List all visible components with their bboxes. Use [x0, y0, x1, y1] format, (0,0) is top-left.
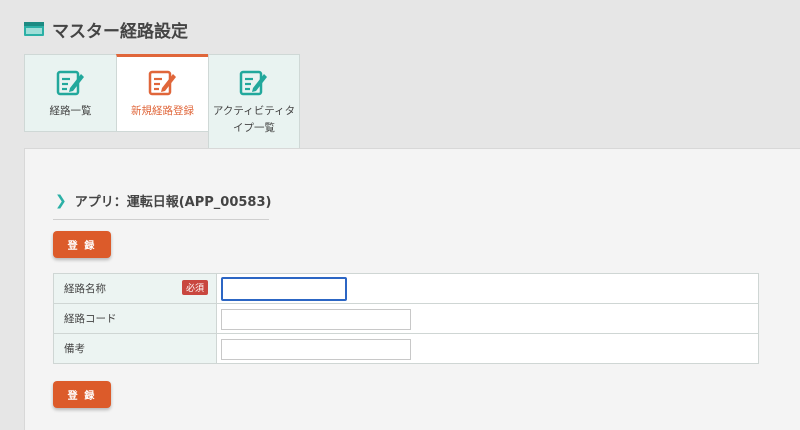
tab-new-route[interactable]: 新規経路登録 — [116, 54, 208, 132]
page-title: マスター経路設定 — [52, 21, 188, 42]
route-code-input[interactable] — [221, 308, 411, 330]
form-value-cell — [216, 333, 759, 364]
main-panel: ❯ アプリ：運転日報(APP_00583) 登 録 経路名称 必須 経路コード … — [24, 148, 800, 430]
form-row-route-code: 経路コード — [53, 303, 759, 334]
chevron-right-icon: ❯ — [55, 192, 67, 209]
form-row-remarks: 備考 — [53, 333, 759, 364]
remarks-label: 備考 — [64, 343, 85, 355]
form-label-cell: 経路名称 必須 — [53, 273, 217, 304]
register-button[interactable]: 登 録 — [53, 231, 111, 258]
form-value-cell — [216, 303, 759, 334]
app-title: ❯ アプリ：運転日報(APP_00583) — [55, 191, 272, 211]
form-label-cell: 経路コード — [53, 303, 217, 334]
tab-route-list[interactable]: 経路一覧 — [24, 54, 116, 132]
window-icon — [24, 22, 44, 36]
required-badge: 必須 — [181, 280, 208, 295]
register-button-bottom[interactable]: 登 録 — [53, 381, 111, 408]
app-title-text: アプリ：運転日報(APP_00583) — [74, 195, 272, 210]
tab-label: アクティビティタ イプ一覧 — [213, 103, 295, 137]
route-code-label: 経路コード — [64, 313, 117, 325]
tab-label: 新規経路登録 — [131, 105, 194, 117]
edit-list-icon — [148, 70, 176, 96]
edit-list-icon — [56, 70, 84, 96]
divider — [53, 219, 269, 220]
tab-label-line: イプ一覧 — [233, 122, 275, 134]
tab-label: 経路一覧 — [49, 105, 92, 117]
tab-bar: 経路一覧 新規経路登録 アクティビティタ イプ一覧 — [24, 54, 300, 149]
page-header: マスター経路設定 — [24, 14, 188, 44]
tab-label-line: アクティビティタ — [212, 105, 296, 117]
edit-list-icon — [239, 70, 267, 96]
form-row-route-name: 経路名称 必須 — [53, 273, 759, 304]
form-label-cell: 備考 — [53, 333, 217, 364]
route-name-label: 経路名称 — [64, 283, 106, 295]
route-name-input[interactable] — [221, 276, 347, 301]
form-value-cell — [216, 273, 759, 304]
tab-activity-type-list[interactable]: アクティビティタ イプ一覧 — [208, 54, 300, 149]
remarks-input[interactable] — [221, 338, 411, 360]
route-form-table: 経路名称 必須 経路コード 備考 — [53, 273, 759, 364]
